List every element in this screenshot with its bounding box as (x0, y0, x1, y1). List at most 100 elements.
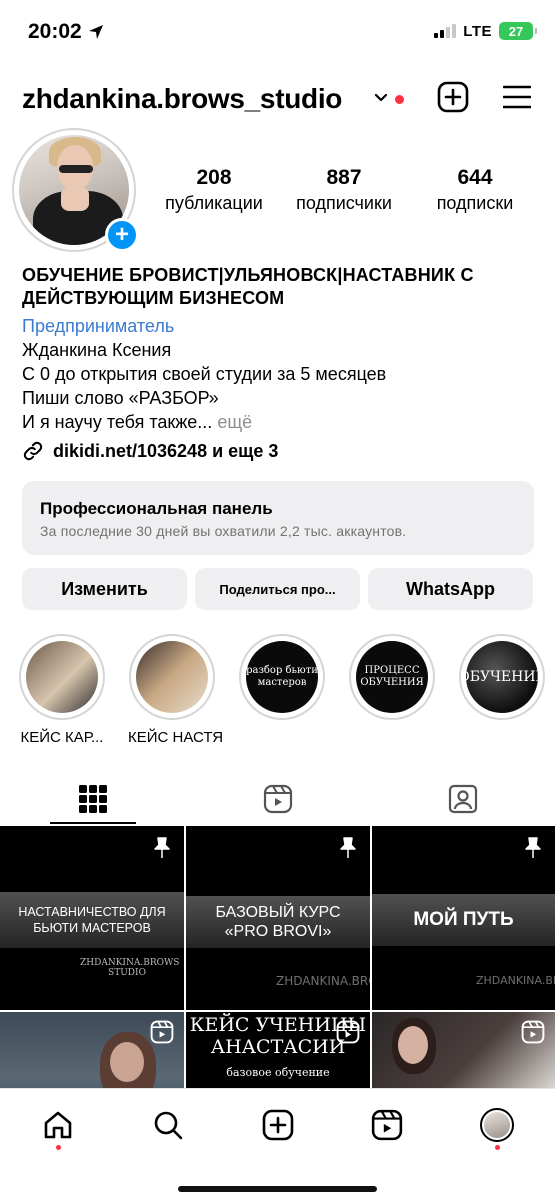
tab-grid[interactable] (0, 772, 185, 826)
highlight-cover-text: ОБУЧЕНИЕ (466, 641, 538, 713)
stat-followers[interactable]: 887 подписчики (288, 166, 400, 214)
post-watermark: ZHDANKINA.BROWS (276, 974, 370, 988)
highlight-ring (129, 634, 215, 720)
highlight-ring (19, 634, 105, 720)
pin-icon (154, 837, 170, 858)
profile-header: zhdankina.brows_studio (0, 78, 555, 122)
notification-dot (395, 95, 404, 104)
new-post-icon[interactable] (437, 81, 469, 113)
home-indicator (178, 1186, 377, 1192)
home-notification-dot (56, 1145, 61, 1150)
post-subcaption: базовое обучение (226, 1066, 330, 1079)
highlight-item[interactable]: КЕЙС КАР... (18, 634, 106, 746)
post-tile[interactable]: БАЗОВЫЙ КУРС «PRO BROVI» ZHDANKINA.BROWS (186, 826, 370, 1010)
battery-icon: 27 (499, 22, 537, 40)
tab-active-indicator (50, 822, 136, 824)
profile-avatar-area[interactable]: + (12, 128, 146, 252)
profile-link-text: dikidi.net/1036248 и еще 3 (53, 440, 279, 461)
search-icon (154, 1111, 183, 1140)
stat-followers-label: подписчики (296, 193, 392, 213)
bio-line-truncated: И я научу тебя также... ещё (22, 410, 542, 434)
nav-profile[interactable] (477, 1105, 517, 1145)
profile-bio: ОБУЧЕНИЕ БРОВИСТ|УЛЬЯНОВСК|НАСТАВНИК С Д… (22, 264, 542, 434)
grid-icon (78, 785, 107, 813)
stat-following[interactable]: 644 подписки (420, 166, 530, 214)
stat-following-value: 644 (457, 166, 493, 189)
status-time: 20:02 (28, 20, 82, 43)
add-story-button[interactable]: + (105, 218, 139, 252)
profile-avatar-small (480, 1108, 514, 1142)
stat-followers-value: 887 (326, 166, 362, 189)
profile-tabs (0, 772, 555, 826)
pin-icon (340, 837, 356, 858)
signal-icon (434, 24, 457, 38)
bottom-navigation (0, 1088, 555, 1200)
highlight-ring: ПРОЦЕСС ОБУЧЕНИЯ (349, 634, 435, 720)
tagged-icon (448, 784, 477, 814)
home-icon (44, 1111, 72, 1139)
bio-more-link[interactable]: ещё (217, 412, 252, 432)
highlight-cover (136, 641, 208, 713)
chevron-down-icon[interactable] (373, 90, 389, 106)
post-tile[interactable] (0, 1012, 184, 1088)
stat-posts-value: 208 (196, 166, 232, 189)
highlight-item[interactable]: ПРОЦЕСС ОБУЧЕНИЯ (348, 634, 436, 720)
nav-create[interactable] (258, 1105, 298, 1145)
professional-dashboard-title: Профессиональная панель (40, 499, 273, 518)
profile-name-line2: ДЕЙСТВУЮЩИМ БИЗНЕСОМ (22, 288, 285, 308)
highlight-label: КЕЙС КАР... (20, 729, 104, 746)
status-right: LTE 27 (434, 22, 537, 40)
stat-posts[interactable]: 208 публикации (158, 166, 270, 214)
whatsapp-button[interactable]: WhatsApp (368, 568, 533, 610)
profile-name-line1: ОБУЧЕНИЕ БРОВИСТ|УЛЬЯНОВСК|НАСТАВНИК С (22, 265, 474, 285)
profile-category[interactable]: Предприниматель (22, 314, 542, 338)
reels-icon (371, 1109, 403, 1141)
professional-dashboard-subtitle: За последние 30 дней вы охватили 2,2 тыс… (40, 523, 407, 539)
highlight-cover-text: разбор бьюти мастеров (246, 641, 318, 713)
nav-home[interactable] (38, 1105, 78, 1145)
stat-posts-label: публикации (165, 193, 263, 213)
nav-reels[interactable] (367, 1105, 407, 1145)
tab-reels[interactable] (185, 772, 370, 826)
bio-line: Жданкина Ксения (22, 340, 172, 360)
highlight-ring: разбор бьюти мастеров (239, 634, 325, 720)
profile-link[interactable]: dikidi.net/1036248 и еще 3 (22, 440, 278, 462)
highlight-ring: ОБУЧЕНИЕ (459, 634, 545, 720)
network-type: LTE (463, 22, 492, 40)
username-switcher[interactable]: zhdankina.brows_studio (22, 83, 342, 115)
battery-level: 27 (508, 23, 524, 39)
highlight-item[interactable]: КЕЙС НАСТЯ (128, 634, 224, 746)
highlight-label: КЕЙС НАСТЯ (128, 729, 224, 746)
edit-profile-button[interactable]: Изменить (22, 568, 187, 610)
professional-dashboard[interactable]: Профессиональная панель За последние 30 … (22, 481, 534, 555)
nav-search[interactable] (148, 1105, 188, 1145)
highlight-cover (26, 641, 98, 713)
post-caption: МОЙ ПУТЬ (372, 894, 555, 946)
highlight-item[interactable]: разбор бьюти мастеров (238, 634, 326, 720)
share-profile-button[interactable]: Поделиться про... (195, 568, 360, 610)
post-tile[interactable]: МОЙ ПУТЬ ZHDANKINA.BROWS (372, 826, 555, 1010)
post-tile[interactable]: КЕЙС УЧЕНИЦЫ АНАСТАСИИ базовое обучение (186, 1012, 370, 1088)
highlight-cover-text: ПРОЦЕСС ОБУЧЕНИЯ (356, 641, 428, 713)
post-tile[interactable]: НАСТАВНИЧЕСТВО ДЛЯ БЬЮТИ МАСТЕРОВ ZHDANK… (0, 826, 184, 1010)
status-bar: 20:02 LTE 27 (0, 0, 555, 66)
link-icon (23, 441, 43, 461)
post-caption: НАСТАВНИЧЕСТВО ДЛЯ БЬЮТИ МАСТЕРОВ (0, 892, 184, 948)
create-icon (262, 1109, 294, 1141)
tab-tagged[interactable] (370, 772, 555, 826)
bio-truncated-text: И я научу тебя также... (22, 412, 213, 432)
profile-stats: 208 публикации 887 подписчики 644 подпис… (150, 166, 540, 226)
post-tile[interactable] (372, 1012, 555, 1088)
posts-grid: НАСТАВНИЧЕСТВО ДЛЯ БЬЮТИ МАСТЕРОВ ZHDANK… (0, 826, 555, 1088)
post-watermark: ZHDANKINA.BROWS STUDIO (80, 958, 180, 978)
post-caption: БАЗОВЫЙ КУРС «PRO BROVI» (186, 896, 370, 948)
menu-icon[interactable] (503, 85, 531, 109)
stat-following-label: подписки (436, 193, 514, 213)
profile-notification-dot (495, 1145, 500, 1150)
reel-icon (521, 1020, 545, 1044)
highlight-item[interactable]: ОБУЧЕНИЕ (458, 634, 546, 720)
pin-icon (525, 837, 541, 858)
reel-icon (150, 1020, 174, 1044)
post-watermark: ZHDANKINA.BROWS (476, 974, 555, 987)
bio-line: Пиши слово «РАЗБОР» (22, 388, 219, 408)
